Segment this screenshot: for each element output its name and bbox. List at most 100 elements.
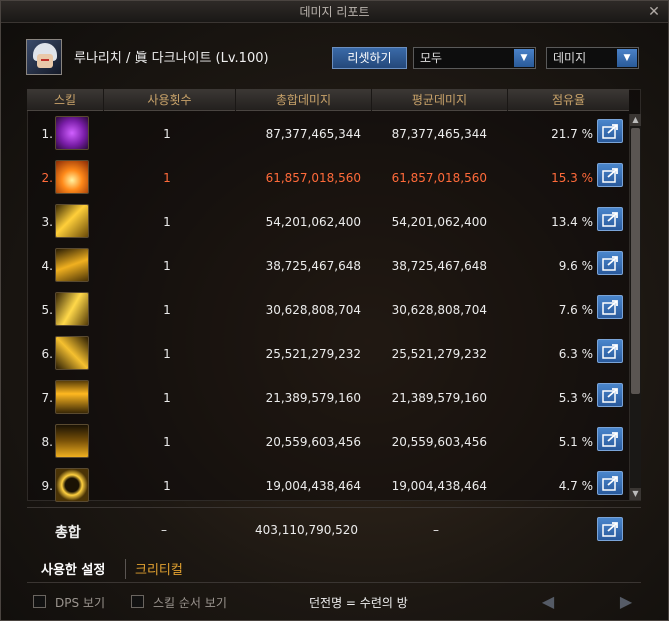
skill-order-checkbox[interactable] [131,595,144,608]
type-dropdown[interactable]: 데미지 ▼ [546,47,639,69]
tab-critical[interactable]: 크리티컬 [135,559,183,578]
row-count: 1 [163,435,171,449]
share-icon [602,300,618,315]
row-average-damage: 21,389,579,160 [391,391,487,405]
row-share: 6.3 % [558,347,593,361]
cross-blade-skill-icon [55,336,89,370]
column-header-skill[interactable]: 스킬 [27,89,104,111]
summary-label: 총합 [55,525,81,541]
footer-bar: DPS 보기 스킬 순서 보기 던전명 = 수련의 방 ◀ ▶ [1,589,669,619]
table-row[interactable]: 6. 1 25,521,279,232 25,521,279,232 6.3 % [27,332,629,376]
title-bar[interactable]: 데미지 리포트 ✕ [1,1,668,23]
row-share: 9.6 % [558,259,593,273]
table-row[interactable]: 9. 1 19,004,438,464 19,004,438,464 4.7 % [27,464,629,508]
share-icon [602,432,618,447]
summary-share-button[interactable] [597,517,623,541]
row-count: 1 [163,347,171,361]
row-share-button[interactable] [597,339,623,363]
share-icon [602,168,618,183]
window-title: 데미지 리포트 [299,5,370,19]
table-row[interactable]: 1. 1 87,377,465,344 87,377,465,344 21.7 % [27,112,629,156]
row-rank: 9. [41,479,53,493]
row-average-damage: 61,857,018,560 [391,171,487,185]
table-row[interactable]: 3. 1 54,201,062,400 54,201,062,400 13.4 % [27,200,629,244]
dungeon-name: 던전명 = 수련의 방 [309,596,408,610]
row-total-damage: 54,201,062,400 [265,215,361,229]
row-share-button[interactable] [597,383,623,407]
row-rank: 8. [41,435,53,449]
row-share-button[interactable] [597,207,623,231]
summary-total: 403,110,790,520 [255,523,359,537]
share-icon [602,476,618,491]
row-average-damage: 30,628,808,704 [391,303,487,317]
row-count: 1 [163,303,171,317]
character-name: 루나리치 / 眞 다크나이트 (Lv.100) [74,51,269,66]
purple-slash-skill-icon [55,116,89,150]
chevron-down-icon: ▼ [617,49,637,67]
row-count: 1 [163,391,171,405]
scroll-up-icon[interactable]: ▲ [630,114,641,126]
row-total-damage: 19,004,438,464 [265,479,361,493]
row-total-damage: 25,521,279,232 [265,347,361,361]
table-row[interactable]: 8. 1 20,559,603,456 20,559,603,456 5.1 % [27,420,629,464]
golden-thrust-skill-icon [55,292,89,326]
row-average-damage: 54,201,062,400 [391,215,487,229]
row-average-damage: 19,004,438,464 [391,479,487,493]
row-rank: 7. [41,391,53,405]
row-average-damage: 38,725,467,648 [391,259,487,273]
close-button[interactable]: ✕ [646,4,662,20]
table-row[interactable]: 2. 1 61,857,018,560 61,857,018,560 15.3 % [27,156,629,200]
row-total-damage: 38,725,467,648 [265,259,361,273]
filter-dropdown[interactable]: 모두 ▼ [413,47,536,69]
row-share-button[interactable] [597,471,623,495]
filter-value: 모두 [420,51,443,65]
share-icon [602,388,618,403]
row-rank: 1. [41,127,53,141]
dps-view-checkbox[interactable] [33,595,46,608]
row-rank: 6. [41,347,53,361]
row-count: 1 [163,171,171,185]
row-share: 4.7 % [558,479,593,493]
share-icon [602,344,618,359]
column-header-total[interactable]: 총합데미지 [236,89,372,111]
row-share-button[interactable] [597,119,623,143]
golden-wave-skill-icon [55,248,89,282]
row-share: 7.6 % [558,303,593,317]
table-row[interactable]: 7. 1 21,389,579,160 21,389,579,160 5.3 % [27,376,629,420]
column-header-count[interactable]: 사용횟수 [104,89,236,111]
row-count: 1 [163,259,171,273]
table-scrollbar[interactable]: ▲ ▼ [629,114,641,500]
row-count: 1 [163,479,171,493]
column-header-average[interactable]: 평균데미지 [372,89,508,111]
row-total-damage: 21,389,579,160 [265,391,361,405]
row-share-button[interactable] [597,251,623,275]
table-row[interactable]: 4. 1 38,725,467,648 38,725,467,648 9.6 % [27,244,629,288]
reset-button[interactable]: 리셋하기 [332,47,407,69]
column-header-share[interactable]: 점유율 [508,89,629,111]
row-share-button[interactable] [597,163,623,187]
scroll-down-icon[interactable]: ▼ [630,488,641,500]
row-share: 15.3 % [551,171,593,185]
tab-used-settings[interactable]: 사용한 설정 [41,559,105,578]
fire-burst-skill-icon [55,160,89,194]
row-share-button[interactable] [597,427,623,451]
row-share: 5.1 % [558,435,593,449]
row-total-damage: 61,857,018,560 [265,171,361,185]
tab-bar: 사용한 설정 크리티컬 [27,553,641,583]
character-avatar [26,39,62,75]
row-rank: 4. [41,259,53,273]
row-average-damage: 25,521,279,232 [391,347,487,361]
previous-arrow-icon[interactable]: ◀ [539,593,557,611]
table-row[interactable]: 5. 1 30,628,808,704 30,628,808,704 7.6 % [27,288,629,332]
row-total-damage: 20,559,603,456 [265,435,361,449]
type-value: 데미지 [553,51,587,65]
row-total-damage: 30,628,808,704 [265,303,361,317]
dps-view-label: DPS 보기 [55,596,105,610]
next-arrow-icon[interactable]: ▶ [617,593,635,611]
damage-report-window: 데미지 리포트 ✕ 루나리치 / 眞 다크나이트 (Lv.100) 리셋하기 모… [0,0,669,621]
share-icon [602,124,618,139]
row-share-button[interactable] [597,295,623,319]
scroll-thumb[interactable] [631,128,640,394]
row-rank: 3. [41,215,53,229]
row-rank: 2. [41,171,53,185]
